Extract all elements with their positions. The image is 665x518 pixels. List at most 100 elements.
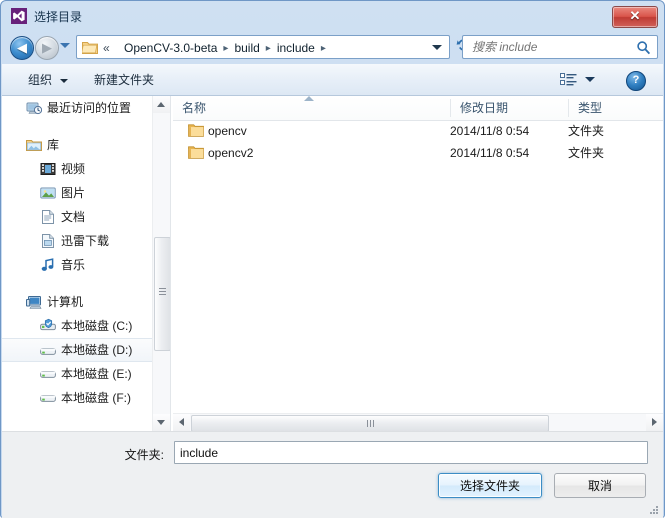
cancel-button[interactable]: 取消 xyxy=(554,473,646,498)
sidebar-item-label: 库 xyxy=(47,138,60,152)
select-folder-button[interactable]: 选择文件夹 xyxy=(438,473,542,498)
scroll-up-button[interactable] xyxy=(153,96,170,113)
column-header-name-label: 名称 xyxy=(182,101,207,115)
sidebar-item-2[interactable]: 库 xyxy=(2,133,170,157)
cell-date: 2014/11/8 0:54 xyxy=(450,146,530,160)
column-header-date-label: 修改日期 xyxy=(460,101,509,115)
resize-grip-icon[interactable] xyxy=(647,503,659,515)
back-arrow-icon: ◀ xyxy=(17,40,27,55)
select-directory-dialog: 选择目录 ✕ ◀ ▶ « OpenCV-3.0-beta ▸ build ▸ i… xyxy=(0,0,665,518)
chevron-right-icon-2[interactable]: ▸ xyxy=(318,43,329,54)
computer-icon xyxy=(26,294,42,310)
folder-icon xyxy=(188,145,204,160)
sidebar-item-label: 本地磁盘 (D:) xyxy=(61,343,133,357)
breadcrumb: OpenCV-3.0-beta ▸ build ▸ include ▸ xyxy=(121,39,329,57)
sidebar-item-7[interactable]: 音乐 xyxy=(2,253,170,277)
dialog-footer: 文件夹: 选择文件夹 取消 xyxy=(2,431,663,518)
sidebar-item-6[interactable]: 迅雷下载 xyxy=(2,229,170,253)
title-bar: 选择目录 ✕ xyxy=(2,2,663,30)
column-header-type-label: 类型 xyxy=(578,101,603,115)
caret-right-icon xyxy=(652,418,657,426)
column-header-date[interactable]: 修改日期 xyxy=(451,96,568,120)
downloads-icon xyxy=(40,233,56,249)
visual-studio-icon xyxy=(11,8,27,24)
help-icon: ? xyxy=(632,74,640,86)
window-title: 选择目录 xyxy=(34,10,83,24)
breadcrumb-item-2[interactable]: include xyxy=(274,40,318,56)
library-icon xyxy=(26,137,42,153)
sidebar-vertical-scrollbar[interactable] xyxy=(152,96,170,431)
caret-down-icon xyxy=(157,420,165,425)
sidebar-item-label: 本地磁盘 (C:) xyxy=(61,319,133,333)
caret-left-icon xyxy=(179,418,184,426)
search-icon[interactable] xyxy=(636,40,651,55)
folder-name-input[interactable] xyxy=(174,441,648,464)
hscrollbar-thumb[interactable] xyxy=(191,415,549,432)
sidebar-item-label: 迅雷下载 xyxy=(61,234,110,248)
organize-button[interactable]: 组织 xyxy=(24,70,72,90)
new-folder-label: 新建文件夹 xyxy=(94,73,155,87)
search-input[interactable] xyxy=(470,39,634,55)
breadcrumb-item-0[interactable]: OpenCV-3.0-beta xyxy=(121,40,220,56)
sidebar-item-0[interactable]: 最近访问的位置 xyxy=(2,96,170,120)
command-toolbar: 组织 新建文件夹 ? xyxy=(2,64,663,96)
sidebar-item-label: 本地磁盘 (F:) xyxy=(61,391,131,405)
sidebar-item-3[interactable]: 视频 xyxy=(2,157,170,181)
sidebar-item-9[interactable]: 计算机 xyxy=(2,290,170,314)
recent-locations-caret-icon[interactable] xyxy=(60,43,70,48)
cell-name: opencv xyxy=(208,124,247,138)
help-button[interactable]: ? xyxy=(626,71,646,91)
close-icon: ✕ xyxy=(629,8,641,23)
folder-field-label: 文件夹: xyxy=(124,448,164,462)
search-box[interactable] xyxy=(462,35,658,59)
chevron-down-icon[interactable] xyxy=(432,45,442,50)
address-bar[interactable]: « OpenCV-3.0-beta ▸ build ▸ include ▸ xyxy=(76,35,450,59)
table-row[interactable]: opencv 2014/11/8 0:54 文件夹 xyxy=(173,120,663,142)
sidebar-item-4[interactable]: 图片 xyxy=(2,181,170,205)
sidebar-item-label: 视频 xyxy=(61,162,86,176)
address-overflow-chevrons[interactable]: « xyxy=(103,40,110,56)
sidebar-item-13[interactable]: 本地磁盘 (F:) xyxy=(2,386,170,410)
scroll-left-button[interactable] xyxy=(173,414,190,431)
drive-icon xyxy=(40,390,56,406)
sidebar-item-12[interactable]: 本地磁盘 (E:) xyxy=(2,362,170,386)
scrollbar-thumb[interactable] xyxy=(154,237,170,351)
sidebar-item-10[interactable]: 本地磁盘 (C:) xyxy=(2,314,170,338)
sidebar-item-11[interactable]: 本地磁盘 (D:) xyxy=(2,338,170,362)
sidebar-item-5[interactable]: 文档 xyxy=(2,205,170,229)
documents-icon xyxy=(40,209,56,225)
grip-icon xyxy=(367,420,374,427)
back-button[interactable]: ◀ xyxy=(10,36,34,60)
forward-button[interactable]: ▶ xyxy=(35,36,59,60)
chevron-right-icon-1[interactable]: ▸ xyxy=(263,43,274,54)
scroll-right-button[interactable] xyxy=(646,414,663,431)
system-drive-icon xyxy=(40,318,56,334)
column-header-type[interactable]: 类型 xyxy=(569,96,663,120)
new-folder-button[interactable]: 新建文件夹 xyxy=(90,70,158,90)
address-bar-region: ◀ ▶ « OpenCV-3.0-beta ▸ build ▸ include … xyxy=(2,30,663,64)
sidebar-item-label: 音乐 xyxy=(61,258,86,272)
music-icon xyxy=(40,257,56,273)
scroll-down-button[interactable] xyxy=(153,414,170,431)
file-list-horizontal-scrollbar[interactable] xyxy=(173,413,663,432)
navigation-list: 最近访问的位置库视频图片文档迅雷下载音乐计算机本地磁盘 (C:) 本地磁盘 (D:… xyxy=(2,96,170,410)
close-button[interactable]: ✕ xyxy=(612,6,658,28)
column-header-row: 名称 修改日期 类型 xyxy=(173,96,663,121)
file-rows: opencv 2014/11/8 0:54 文件夹 opencv2 2014/11/8 … xyxy=(173,120,663,164)
sidebar-item-label: 图片 xyxy=(61,186,86,200)
drive-icon xyxy=(40,343,56,359)
folder-icon xyxy=(81,40,98,55)
view-chevron-down-icon[interactable] xyxy=(585,77,595,82)
sidebar-item-label: 文档 xyxy=(61,210,86,224)
organize-label: 组织 xyxy=(28,73,53,87)
cell-name: opencv2 xyxy=(208,146,254,160)
cell-type: 文件夹 xyxy=(568,146,605,160)
breadcrumb-item-1[interactable]: build xyxy=(231,40,262,56)
chevron-right-icon-0[interactable]: ▸ xyxy=(220,43,231,54)
cell-date: 2014/11/8 0:54 xyxy=(450,124,530,138)
sidebar-item-label: 计算机 xyxy=(47,295,84,309)
table-row[interactable]: opencv2 2014/11/8 0:54 文件夹 xyxy=(173,142,663,164)
view-layout-icon[interactable] xyxy=(560,72,577,88)
